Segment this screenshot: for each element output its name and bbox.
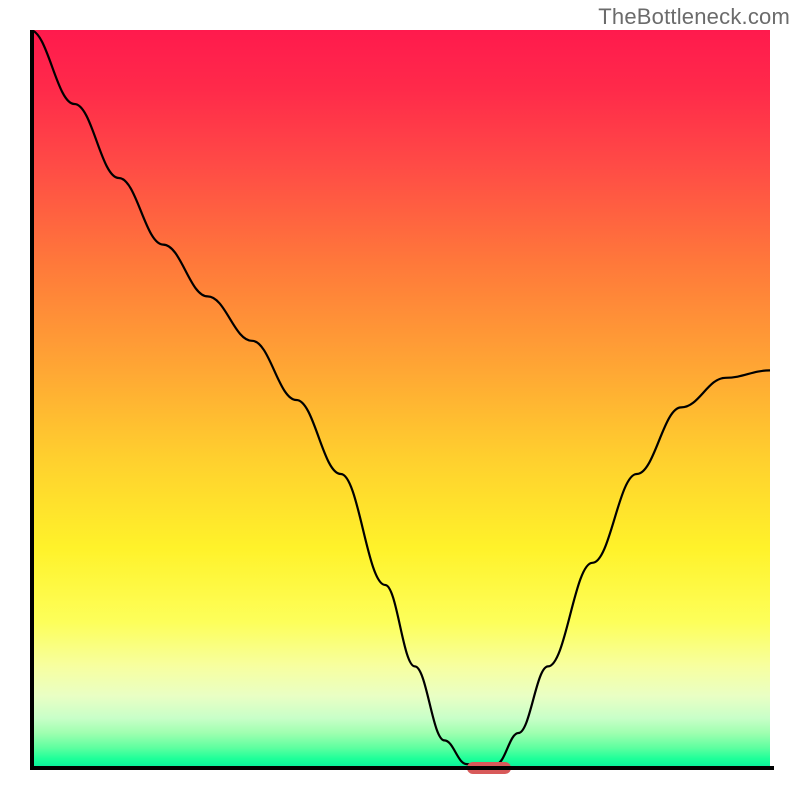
bottleneck-curve-svg bbox=[30, 30, 770, 770]
x-axis bbox=[30, 766, 774, 770]
watermark-text: TheBottleneck.com bbox=[598, 4, 790, 30]
bottleneck-chart: TheBottleneck.com bbox=[0, 0, 800, 800]
bottleneck-curve-path bbox=[30, 30, 770, 766]
y-axis bbox=[30, 30, 34, 770]
